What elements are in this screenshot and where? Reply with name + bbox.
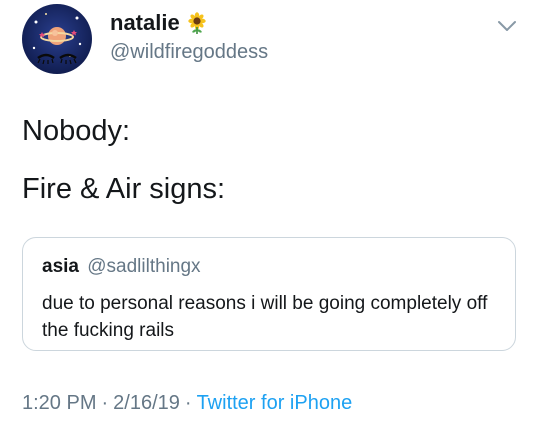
tweet-date[interactable]: 2/16/19	[113, 392, 180, 414]
meta-separator: ·	[101, 392, 109, 414]
tweet-meta: 1:20 PM · 2/16/19 · Twitter for iPhone	[22, 391, 352, 415]
quoted-display-name: asia	[42, 256, 79, 277]
quoted-tweet-text: due to personal reasons i will be going …	[42, 293, 488, 341]
avatar-image	[22, 4, 92, 74]
tweet-text-line-1: Nobody:	[22, 115, 131, 147]
chevron-down-icon[interactable]	[496, 15, 518, 37]
quoted-tweet-header: asia @sadlilthingx	[42, 256, 201, 278]
tweet-text-line-2: Fire & Air signs:	[22, 173, 226, 205]
display-name-text: natalie	[110, 10, 180, 35]
meta-separator: ·	[184, 392, 192, 414]
tweet-time[interactable]: 1:20 PM	[22, 392, 96, 414]
avatar[interactable]	[22, 4, 92, 74]
quoted-tweet[interactable]: asia @sadlilthingx due to personal reaso…	[22, 237, 516, 351]
tweet: natalie @wildfiregoddess Nobody: Fire & …	[0, 0, 540, 421]
sunflower-icon	[188, 12, 206, 34]
author-handle[interactable]: @wildfiregoddess	[110, 40, 268, 64]
quoted-handle: @sadlilthingx	[87, 256, 201, 277]
display-name[interactable]: natalie	[110, 10, 209, 36]
tweet-source-link[interactable]: Twitter for iPhone	[197, 392, 353, 414]
